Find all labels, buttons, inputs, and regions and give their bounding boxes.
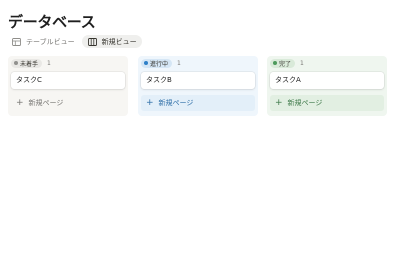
column-done: 完了 1 タスクA + 新規ページ [267,56,387,116]
new-page-label: 新規ページ [158,99,194,107]
plus-icon: + [146,97,154,108]
tab-table-view[interactable]: テーブルビュー [9,35,79,48]
new-page-label: 新規ページ [287,99,323,107]
column-header: 完了 1 [270,58,304,68]
page-title: データベース [8,13,96,31]
column-count: 1 [177,59,181,67]
board-icon [87,37,97,46]
status-badge: 完了 [270,58,296,68]
status-label: 完了 [279,60,292,68]
view-tabs: テーブルビュー 新規ビュー [9,35,145,48]
status-badge: 進行中 [141,58,173,68]
table-icon [12,37,21,46]
new-page-button[interactable]: + 新規ページ [270,95,384,111]
status-label: 未着手 [20,60,39,68]
column-count: 1 [47,59,51,67]
new-page-label: 新規ページ [28,99,64,107]
status-dot [144,61,148,65]
new-page-button[interactable]: + 新規ページ [11,95,125,111]
board-card[interactable]: タスクA [270,72,384,89]
column-in-progress: 進行中 1 タスクB + 新規ページ [138,56,258,116]
column-header: 進行中 1 [141,58,181,68]
status-dot [273,61,277,65]
tab-board-view-label: 新規ビュー [101,37,137,46]
tab-table-view-label: テーブルビュー [26,37,75,46]
tab-board-view[interactable]: 新規ビュー [81,35,142,48]
column-header: 未着手 1 [11,58,51,68]
new-page-button[interactable]: + 新規ページ [141,95,255,111]
board-card[interactable]: タスクB [141,72,255,89]
status-label: 進行中 [150,60,169,68]
status-badge: 未着手 [11,58,43,68]
column-count: 1 [300,59,304,67]
column-todo: 未着手 1 タスクC + 新規ページ [8,56,128,116]
status-dot [14,61,18,65]
board-card[interactable]: タスクC [11,72,125,89]
plus-icon: + [16,97,24,108]
plus-icon: + [275,97,283,108]
